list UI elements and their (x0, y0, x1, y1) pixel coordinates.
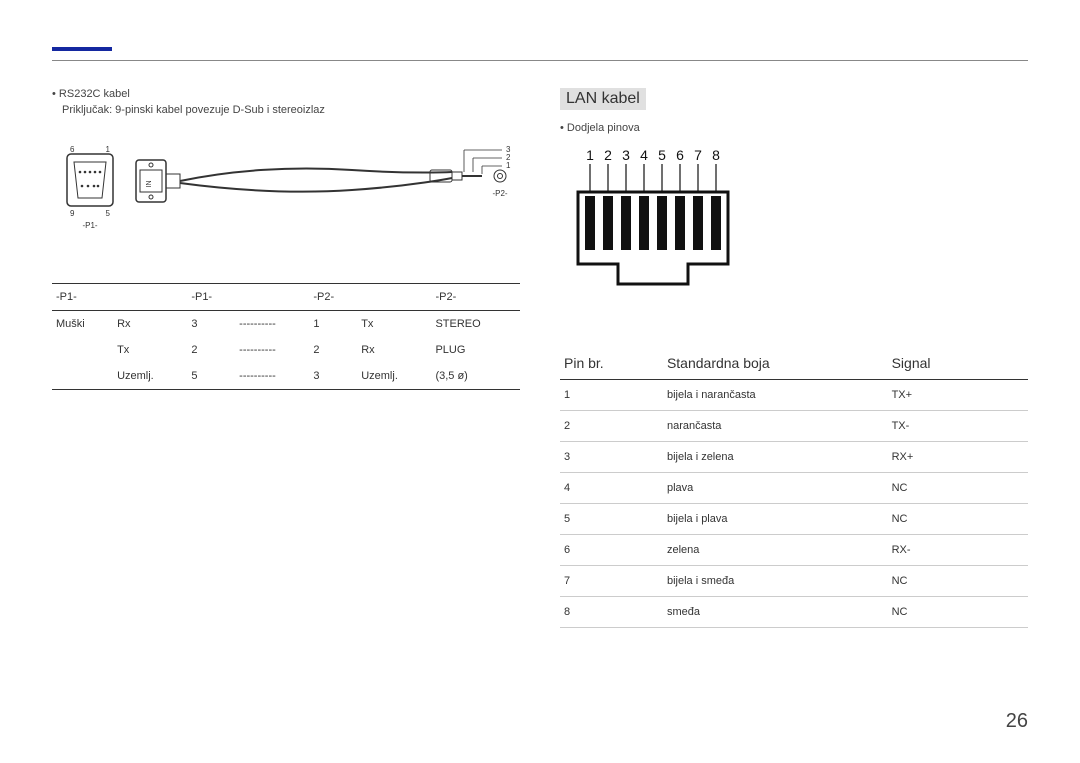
lan-table: Pin br. Standardna boja Signal 1bijela i… (560, 347, 1028, 628)
lan-cell: smeđa (663, 597, 888, 628)
lan-title: LAN kabel (560, 88, 646, 110)
lan-row: 2narančastaTX- (560, 411, 1028, 442)
lan-h-pin: Pin br. (560, 347, 663, 380)
lan-cell: 4 (560, 473, 663, 504)
lan-row: 3bijela i zelenaRX+ (560, 442, 1028, 473)
lan-cell: 8 (560, 597, 663, 628)
page-columns: RS232C kabel Priključak: 9-pinski kabel … (52, 88, 1028, 628)
lan-cell: 3 (560, 442, 663, 473)
lan-row: 6zelenaRX- (560, 535, 1028, 566)
p1-pin-6: 6 (70, 145, 75, 154)
rs-h-1: -P1- (187, 284, 235, 311)
pin-num-4: 4 (640, 147, 648, 163)
lan-row: 5bijela i plavaNC (560, 504, 1028, 535)
header-rule (52, 60, 1028, 61)
rs-cell: Uzemlj. (357, 363, 431, 390)
lan-cell: bijela i smeđa (663, 566, 888, 597)
rs-row-0: Muški Rx 3 ---------- 1 Tx STEREO (52, 311, 520, 338)
rs-h-6: -P2- (431, 284, 520, 311)
rs232c-diagram: 6 1 9 5 -P1- IN (52, 132, 520, 257)
rs-header-row: -P1- -P1- -P2- -P2- (52, 284, 520, 311)
svg-text:IN: IN (146, 181, 153, 188)
rs232c-subline: Priključak: 9-pinski kabel povezuje D-Su… (62, 104, 520, 116)
rs-cell: STEREO (431, 311, 520, 338)
pin-num-5: 5 (658, 147, 666, 163)
lan-h-color: Standardna boja (663, 347, 888, 380)
left-column: RS232C kabel Priključak: 9-pinski kabel … (52, 88, 520, 628)
lan-cell: 1 (560, 380, 663, 411)
lan-cell: narančasta (663, 411, 888, 442)
lan-cell: 6 (560, 535, 663, 566)
header-accent (52, 47, 112, 51)
right-column: LAN kabel Dodjela pinova 1 2 3 4 5 6 7 8 (560, 88, 1028, 628)
jack-label-1: 1 (506, 161, 511, 170)
rs-cell: Muški (52, 311, 113, 338)
rs-cell: Tx (113, 337, 187, 363)
p1-pin-1: 1 (106, 145, 111, 154)
rs232c-svg: 6 1 9 5 -P1- IN (52, 132, 512, 252)
rs-cell: ---------- (235, 311, 309, 338)
rs-cell: PLUG (431, 337, 520, 363)
pin-num-1: 1 (586, 147, 594, 163)
rs-h-0: -P1- (52, 284, 113, 311)
p1-pin-9: 9 (70, 209, 75, 218)
rs232c-bullet: RS232C kabel (52, 88, 520, 100)
rs-cell (52, 363, 113, 390)
rs-cell: 3 (309, 363, 357, 390)
rs-cell: 5 (187, 363, 235, 390)
rs-cell: 2 (309, 337, 357, 363)
rs-row-1: Tx 2 ---------- 2 Rx PLUG (52, 337, 520, 363)
lan-cell: NC (888, 504, 1028, 535)
rs-cell: Uzemlj. (113, 363, 187, 390)
rs-cell: Rx (113, 311, 187, 338)
rs-row-2: Uzemlj. 5 ---------- 3 Uzemlj. (3,5 ø) (52, 363, 520, 390)
pin-num-8: 8 (712, 147, 720, 163)
lan-cell: 7 (560, 566, 663, 597)
lan-cell: zelena (663, 535, 888, 566)
lan-cell: NC (888, 597, 1028, 628)
lan-cell: bijela i narančasta (663, 380, 888, 411)
lan-diagram: 1 2 3 4 5 6 7 8 (560, 142, 1028, 317)
lan-cell: RX+ (888, 442, 1028, 473)
rs-h-4: -P2- (309, 284, 357, 311)
rs-cell: 1 (309, 311, 357, 338)
rs-cell: ---------- (235, 363, 309, 390)
lan-cell: TX- (888, 411, 1028, 442)
pin-num-6: 6 (676, 147, 684, 163)
lan-row: 7bijela i smeđaNC (560, 566, 1028, 597)
p2-label: -P2- (492, 189, 507, 198)
rs-cell: (3,5 ø) (431, 363, 520, 390)
lan-header-row: Pin br. Standardna boja Signal (560, 347, 1028, 380)
lan-cell: NC (888, 473, 1028, 504)
rs-cell (52, 337, 113, 363)
lan-cell: plava (663, 473, 888, 504)
rs-cell: Rx (357, 337, 431, 363)
lan-cell: 5 (560, 504, 663, 535)
lan-h-signal: Signal (888, 347, 1028, 380)
p1-pin-5: 5 (106, 209, 111, 218)
p1-label: -P1- (82, 221, 97, 230)
lan-cell: NC (888, 566, 1028, 597)
lan-row: 1bijela i narančastaTX+ (560, 380, 1028, 411)
lan-cell: bijela i zelena (663, 442, 888, 473)
rs-cell: 2 (187, 337, 235, 363)
lan-cell: RX- (888, 535, 1028, 566)
lan-bullet: Dodjela pinova (560, 122, 1028, 134)
rs-cell: 3 (187, 311, 235, 338)
rj45-svg: 1 2 3 4 5 6 7 8 (560, 142, 750, 312)
page-number: 26 (1006, 710, 1028, 733)
lan-cell: 2 (560, 411, 663, 442)
lan-cell: TX+ (888, 380, 1028, 411)
lan-row: 4plavaNC (560, 473, 1028, 504)
rs232c-table: -P1- -P1- -P2- -P2- Muški Rx 3 ---------… (52, 283, 520, 390)
rs-cell: Tx (357, 311, 431, 338)
lan-row: 8smeđaNC (560, 597, 1028, 628)
lan-cell: bijela i plava (663, 504, 888, 535)
pin-num-2: 2 (604, 147, 612, 163)
pin-num-7: 7 (694, 147, 702, 163)
pin-num-3: 3 (622, 147, 630, 163)
rs-cell: ---------- (235, 337, 309, 363)
